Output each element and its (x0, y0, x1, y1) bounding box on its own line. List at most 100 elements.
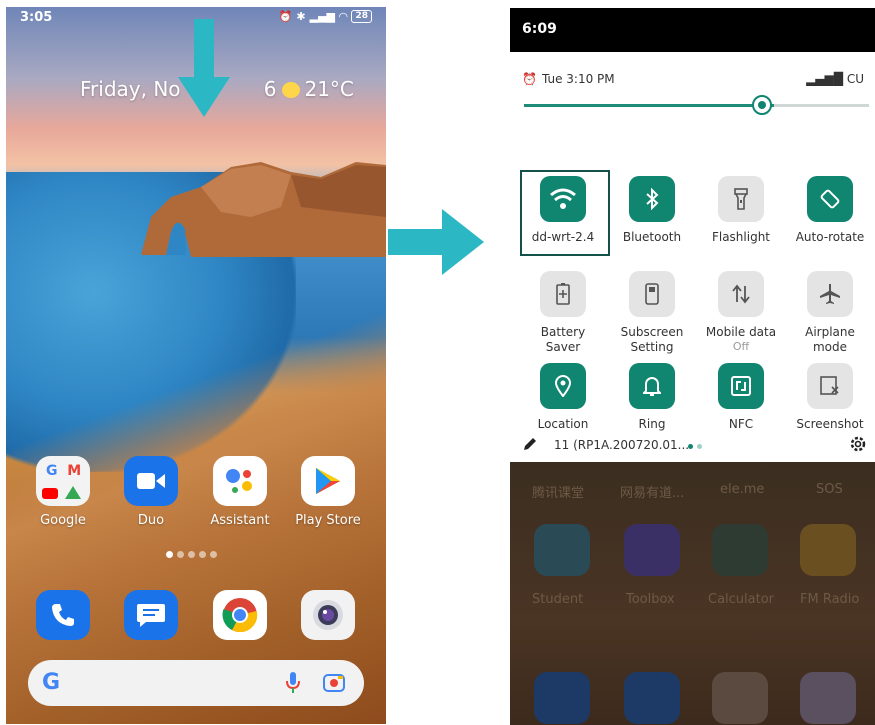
tile-auto-rotate[interactable]: Auto-rotate (787, 176, 873, 245)
quick-settings-panel: ⏰ Tue 3:10 PM ▂▄▆█ CU dd-wrt-2.4 Bluetoot… (510, 52, 875, 462)
tile-subscreen-setting[interactable]: Subscreen Setting (609, 271, 695, 355)
google-logo-icon: G (42, 670, 61, 695)
tile-wifi[interactable]: dd-wrt-2.4 (520, 176, 606, 245)
play-store-icon (301, 456, 355, 506)
bluetooth-icon: ✱ (296, 10, 306, 23)
app-assistant[interactable]: Assistant (205, 456, 275, 528)
quick-settings-screen: 6:09 ⏰ Tue 3:10 PM ▂▄▆█ CU dd-wrt-2.4 Bl… (510, 8, 875, 725)
dock-camera[interactable] (293, 590, 363, 640)
brightness-fill (524, 104, 775, 107)
tile-flashlight[interactable]: Flashlight (698, 176, 784, 245)
dimmed-calculator-icon (712, 524, 768, 576)
nfc-icon (718, 363, 764, 409)
app-label: Duo (137, 513, 165, 528)
screenshot-icon (807, 363, 853, 409)
date-tail: 6 (263, 77, 277, 101)
battery-saver-icon (540, 271, 586, 317)
carrier-name: CU (846, 72, 864, 86)
dimmed-app-label: SOS (816, 482, 843, 497)
build-number: 11 (RP1A.200720.01... (554, 438, 690, 452)
tile-mobile-data[interactable]: Mobile data Off (698, 271, 784, 354)
dimmed-fm-radio-icon (800, 524, 856, 576)
tile-label: Battery Saver (540, 325, 586, 354)
wifi-icon (540, 176, 586, 222)
auto-rotate-icon (807, 176, 853, 222)
shade-header: ⏰ Tue 3:10 PM (522, 72, 615, 86)
status-bar: 6:09 (510, 8, 875, 52)
tile-airplane-mode[interactable]: Airplane mode (787, 271, 873, 355)
app-label: Assistant (210, 513, 270, 528)
tile-screenshot[interactable]: Screenshot (787, 363, 873, 432)
dimmed-student-icon (534, 524, 590, 576)
battery-icon: 28 (351, 10, 372, 23)
messages-icon (124, 590, 178, 640)
dock-chrome[interactable] (205, 590, 275, 640)
google-search-bar[interactable]: G (28, 660, 364, 706)
duo-icon (124, 456, 178, 506)
page-dot (166, 551, 173, 558)
dimmed-messages-icon (624, 672, 680, 724)
gear-icon[interactable] (848, 434, 868, 454)
page-dot (210, 551, 217, 558)
dock-messages[interactable] (116, 590, 186, 640)
tile-label: Mobile data (705, 325, 777, 339)
dimmed-app-label: FM Radio (800, 592, 860, 607)
dock-phone[interactable] (28, 590, 98, 640)
bell-icon (629, 363, 675, 409)
page-dot (688, 444, 693, 449)
edit-pencil-icon[interactable] (522, 436, 538, 452)
alarm-icon: ⏰ (522, 72, 537, 86)
app-google-folder[interactable]: G M Google (28, 456, 98, 528)
status-time: 3:05 (20, 10, 53, 25)
dimmed-app-label: 网易有道... (620, 486, 685, 501)
signal-icon: ▂▄▆ (309, 10, 335, 23)
camera-icon (301, 590, 355, 640)
temperature-text: 21°C (304, 77, 354, 101)
assistant-icon (213, 456, 267, 506)
page-indicator (166, 551, 217, 558)
sun-icon (282, 82, 301, 98)
page-dot (199, 551, 206, 558)
dimmed-app-label: Calculator (708, 592, 775, 607)
tile-bluetooth[interactable]: Bluetooth (609, 176, 695, 245)
app-play-store[interactable]: Play Store (293, 456, 363, 528)
brightness-thumb-icon[interactable] (752, 95, 772, 115)
tile-ring[interactable]: Ring (609, 363, 695, 432)
page-dot (697, 444, 702, 449)
tile-label: Bluetooth (622, 230, 682, 244)
dimmed-chrome-icon (712, 672, 768, 724)
dimmed-app-label: ele.me (720, 482, 765, 497)
tile-sublabel: Off (732, 340, 750, 353)
app-label: Play Store (295, 513, 361, 528)
swipe-down-arrow-icon (178, 19, 230, 117)
tile-battery-saver[interactable]: Battery Saver (520, 271, 606, 355)
dimmed-app-label: 腾讯课堂 (532, 486, 585, 501)
app-label: Google (40, 513, 86, 528)
bluetooth-icon (629, 176, 675, 222)
brightness-slider[interactable] (524, 104, 869, 107)
page-dot (188, 551, 195, 558)
alarm-icon: ⏰ (278, 10, 293, 23)
tile-label: Flashlight (711, 230, 771, 244)
tile-nfc[interactable]: NFC (698, 363, 784, 432)
wallpaper-cliff-arch (141, 162, 386, 257)
status-icons: ⏰ ✱ ▂▄▆ ◠ 28 (279, 10, 372, 23)
flashlight-icon (718, 176, 764, 222)
dimmed-app-label: Toolbox (626, 592, 675, 607)
tile-label: Subscreen Setting (620, 325, 684, 354)
app-duo[interactable]: Duo (116, 456, 186, 528)
transition-arrow-icon (388, 209, 484, 275)
mobile-data-icon (718, 271, 764, 317)
phone-icon (36, 590, 90, 640)
airplane-icon (807, 271, 853, 317)
carrier-signal: ▂▄▆█ CU (806, 72, 864, 86)
tile-label: Airplane mode (805, 325, 855, 354)
lens-icon[interactable] (322, 671, 346, 695)
mic-icon[interactable] (286, 671, 300, 695)
location-icon (540, 363, 586, 409)
dimmed-app-label: Student (532, 592, 584, 607)
dimmed-home-screen: 腾讯课堂 网易有道... ele.me SOS Student Toolbox … (510, 462, 875, 725)
dimmed-phone-icon (534, 672, 590, 724)
tile-location[interactable]: Location (520, 363, 606, 432)
dimmed-toolbox-icon (624, 524, 680, 576)
